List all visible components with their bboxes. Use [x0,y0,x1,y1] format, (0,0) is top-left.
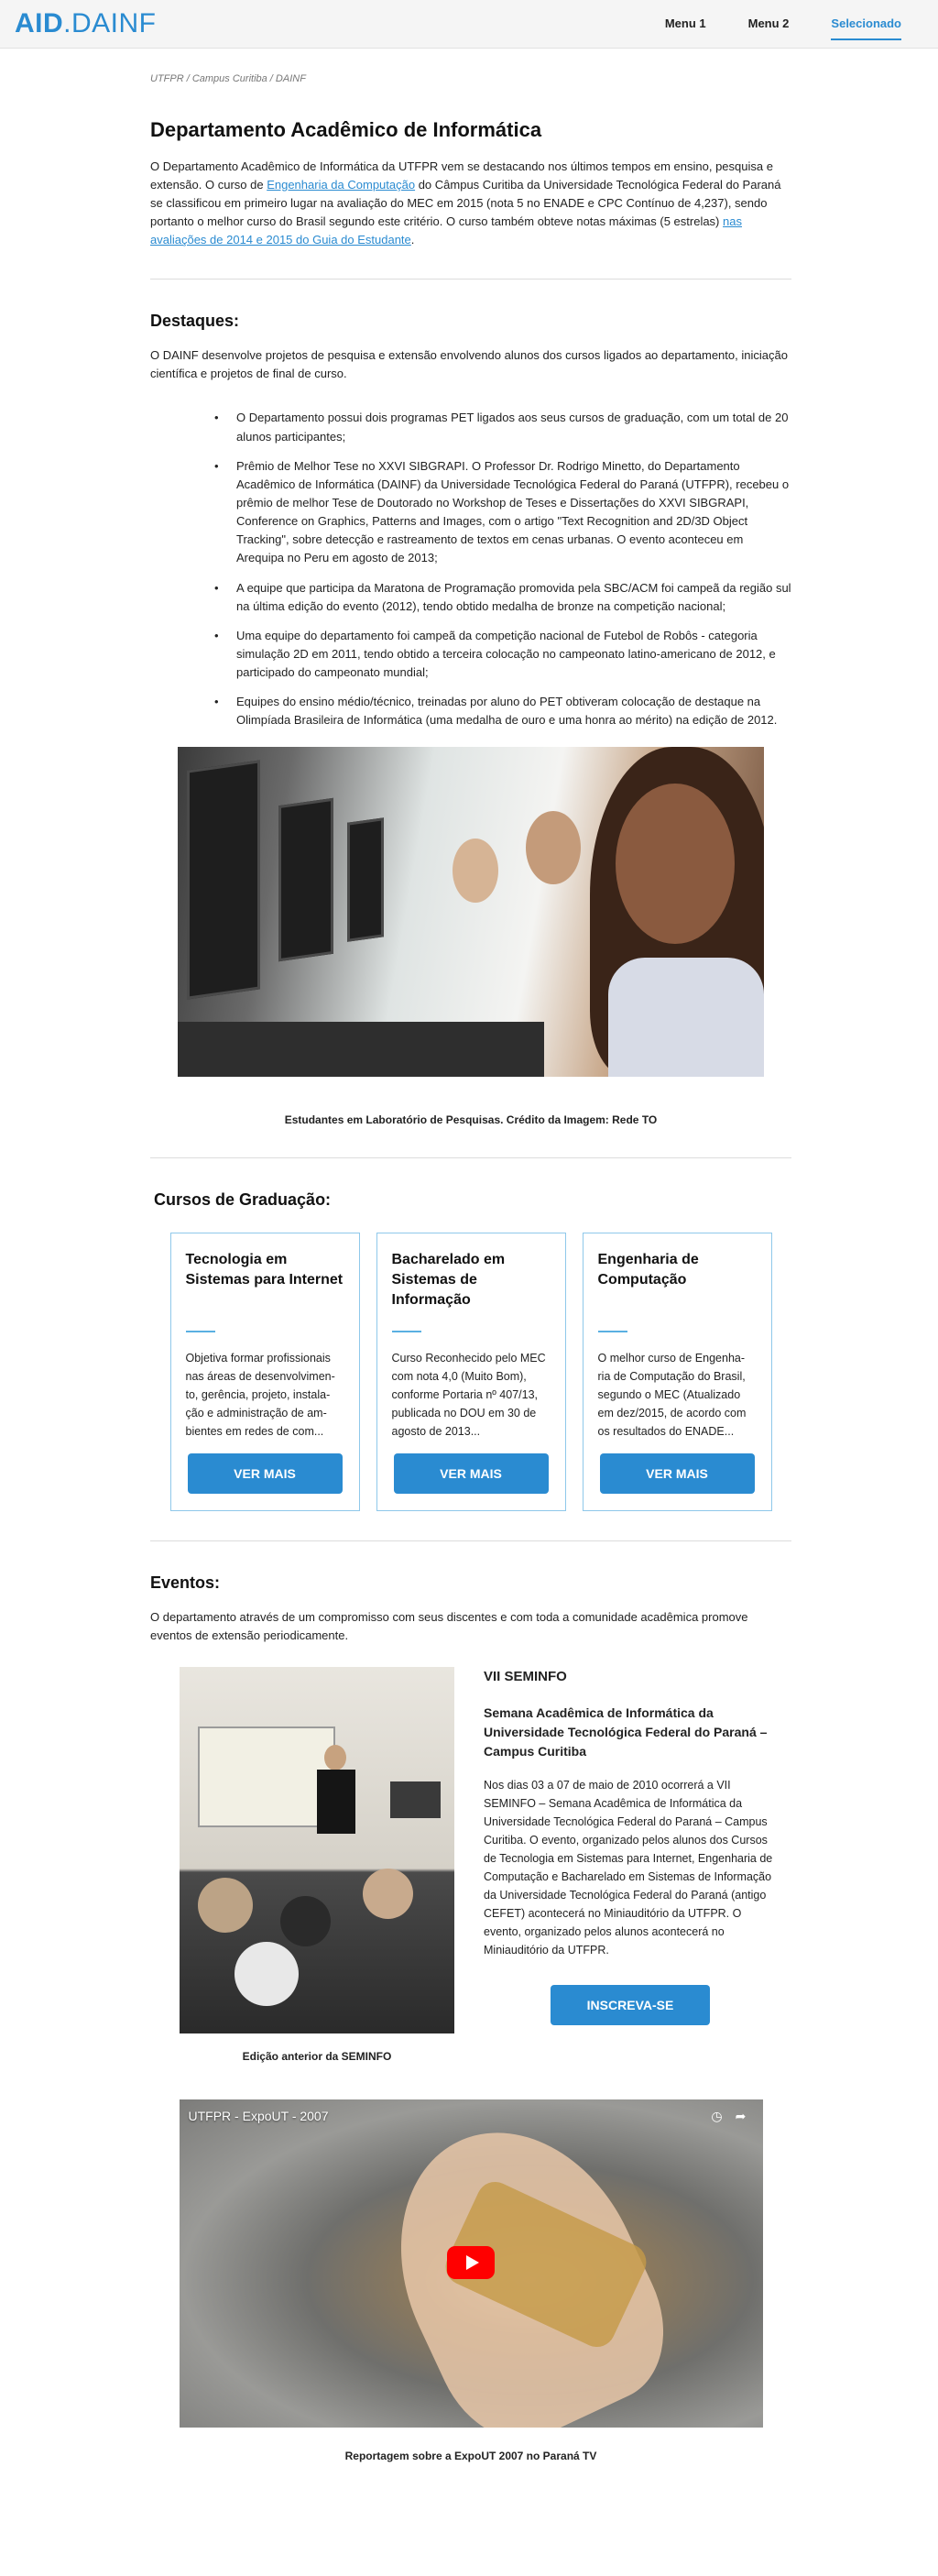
student-face [526,810,581,884]
audience-head [280,1895,331,1946]
tv-shape [390,1781,441,1818]
lab-students-photo [178,746,764,1077]
main-content: UTFPR / Campus Curitiba / DAINF Departam… [150,71,791,2464]
event-name: VII SEMINFO [484,1668,567,1684]
event-photo-caption: Edição anterior da SEMINFO [242,2049,392,2063]
highlights-list: O Departamento possui dois programas PET… [214,409,791,729]
list-item: A equipe que participa da Maratona de Pr… [214,579,791,616]
course-description: Objetiva formar profissionais nas áreas … [185,1351,335,1438]
course-name: Engenharia de Computação [597,1251,699,1288]
audience-head [198,1877,253,1933]
main-menu: Menu 1 Menu 2 Selecionado [665,15,901,40]
play-button-icon[interactable] [446,2245,495,2279]
logo[interactable]: AID.DAINF [15,7,157,40]
event-subtitle: Semana Acadêmica de Informática da Unive… [484,1705,768,1759]
highlights-section: Destaques: O DAINF desenvolve projetos d… [150,309,791,1127]
highlights-title: Destaques: [150,312,240,331]
event-block: VII SEMINFO Semana Acadêmica de Informát… [180,1666,791,2033]
courses-list: Tecnologia em Sistemas para Internet Obj… [150,1232,791,1511]
intro-text: O Departamento Acadêmico de Informática … [150,158,791,250]
events-title: Eventos: [150,1573,221,1592]
audience-head [234,1941,299,2006]
breadcrumb: UTFPR / Campus Curitiba / DAINF [150,73,306,84]
logo-light-text: .DAINF [63,8,157,38]
menu-item-2[interactable]: Menu 2 [748,15,790,40]
seminfo-photo [180,1666,454,2033]
card-rule [391,1330,421,1332]
photo-caption: Estudantes em Laboratório de Pesquisas. … [284,1113,658,1126]
events-section: Eventos: O departamento através de um co… [150,1571,791,2065]
list-item: Prêmio de Melhor Tese no XXVI SIBGRAPI. … [214,457,791,568]
list-item: Equipes do ensino médio/técnico, treinad… [214,693,791,729]
monitor-shape [347,817,384,942]
menu-item-1[interactable]: Menu 1 [665,15,706,40]
card-rule [185,1330,215,1332]
course-name: Tecnologia em Sistemas para Internet [185,1251,344,1288]
ver-mais-button[interactable]: VER MAIS [599,1452,755,1494]
video-title: UTFPR - ExpoUT - 2007 [188,2108,329,2123]
room-background [180,1666,454,2033]
student-face [616,783,735,944]
divider [150,1540,791,1541]
highlights-intro: O DAINF desenvolve projetos de pesquisa … [150,348,788,381]
ver-mais-button[interactable]: VER MAIS [393,1452,549,1494]
video-section: UTFPR - ExpoUT - 2007 ◷ ➦ Reportagem sob… [150,2099,791,2464]
menu-item-selected[interactable]: Selecionado [831,15,901,40]
audience-head [363,1868,413,1919]
intro-text-part-3: . [410,233,415,247]
divider [150,279,791,280]
courses-title: Cursos de Graduação: [154,1189,332,1209]
inscreva-se-button[interactable]: INSCREVA-SE [551,1985,710,2026]
video-player[interactable]: UTFPR - ExpoUT - 2007 ◷ ➦ [179,2099,763,2428]
events-intro: O departamento através de um compromisso… [150,1609,748,1642]
engenharia-computacao-link[interactable]: Engenharia da Computação [267,178,415,192]
projection-screen [198,1726,335,1827]
list-item: Uma equipe do departamento foi campeã da… [214,627,791,682]
course-description: Curso Reconhecido pelo MEC com nota 4,0 … [391,1351,546,1438]
divider [150,1156,791,1158]
card-rule [597,1330,627,1332]
event-description: Nos dias 03 a 07 de maio de 2010 ocorrer… [484,1779,773,1957]
clock-icon[interactable]: ◷ [708,2107,726,2125]
speaker-face [324,1744,346,1770]
page-title: Departamento Acadêmico de Informática [150,117,542,141]
course-card: Engenharia de Computação O melhor curso … [582,1232,772,1511]
ver-mais-button[interactable]: VER MAIS [187,1452,343,1494]
desk-shape [178,1021,544,1077]
courses-section: Cursos de Graduação: Tecnologia em Siste… [150,1188,791,1511]
course-name: Bacharelado em Sistemas de Informação [391,1251,506,1309]
monitor-shape [278,797,333,961]
event-details: VII SEMINFO Semana Acadêmica de Informát… [484,1667,777,2033]
student-face [453,838,498,903]
student-shirt [608,957,764,1077]
video-caption: Reportagem sobre a ExpoUT 2007 no Paraná… [344,2449,597,2462]
course-card: Tecnologia em Sistemas para Internet Obj… [169,1232,360,1511]
logo-bold-text: AID [15,8,64,38]
speaker-body [317,1769,355,1834]
list-item: O Departamento possui dois programas PET… [214,409,791,445]
intro-section: Departamento Acadêmico de Informática O … [150,115,791,250]
monitor-shape [187,759,260,1000]
course-description: O melhor curso de Engenha-ria de Computa… [597,1351,747,1438]
share-icon[interactable]: ➦ [732,2107,750,2125]
navbar: AID.DAINF Menu 1 Menu 2 Selecionado [0,0,938,49]
course-card: Bacharelado em Sistemas de Informação Cu… [376,1232,566,1511]
